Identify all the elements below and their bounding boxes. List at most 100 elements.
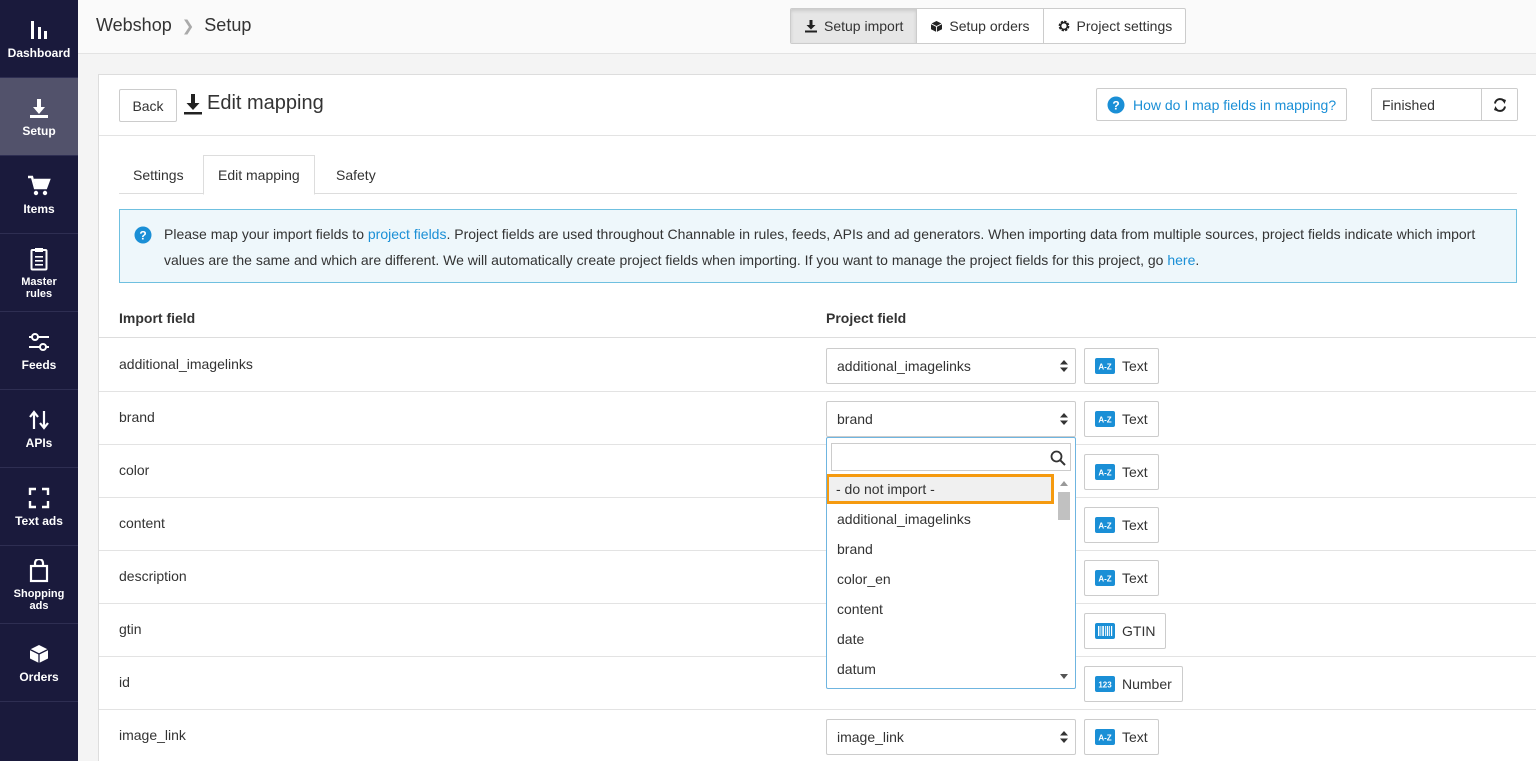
arrows-updown-icon <box>26 407 52 433</box>
table-row: description A-Z Text <box>99 551 1536 604</box>
panel-header: Back Edit mapping ? How do I map fields … <box>99 75 1536 136</box>
sidebar-item-shopping-ads[interactable]: Shopping ads <box>0 546 78 624</box>
az-icon: A-Z <box>1095 411 1115 427</box>
setup-import-label: Setup import <box>824 18 904 34</box>
sidebar-item-items[interactable]: Items <box>0 156 78 234</box>
back-button[interactable]: Back <box>119 89 177 122</box>
column-header-import-field: Import field <box>119 310 196 326</box>
setup-orders-button[interactable]: Setup orders <box>917 9 1044 43</box>
main-panel: Back Edit mapping ? How do I map fields … <box>98 74 1536 761</box>
table-row: brand brand A-Z Text <box>99 392 1536 445</box>
page-title-text: Edit mapping <box>207 92 324 114</box>
sidebar-item-feeds[interactable]: Feeds <box>0 312 78 390</box>
help-mapping-button[interactable]: ? How do I map fields in mapping? <box>1096 88 1348 121</box>
field-type-button[interactable]: A-Z Text <box>1084 719 1159 755</box>
dropdown-search-input[interactable] <box>831 443 1071 471</box>
field-type-button[interactable]: 123 Number <box>1084 666 1183 702</box>
field-type-button[interactable]: A-Z Text <box>1084 401 1159 437</box>
project-field-select[interactable]: brand <box>826 401 1076 437</box>
scrollbar-thumb[interactable] <box>1058 492 1070 520</box>
frame-icon <box>26 485 52 511</box>
breadcrumb-item-setup: Setup <box>204 15 252 35</box>
select-value: brand <box>837 411 873 427</box>
dropdown-option[interactable]: datum <box>827 654 1059 684</box>
info-text: . <box>1195 252 1200 268</box>
download-icon <box>184 93 202 114</box>
field-type-button[interactable]: A-Z Text <box>1084 454 1159 490</box>
svg-text:A-Z: A-Z <box>1098 469 1111 478</box>
dropdown-option[interactable]: brand <box>827 534 1059 564</box>
status-badge: Finished <box>1372 89 1482 120</box>
setup-import-button[interactable]: Setup import <box>791 9 918 43</box>
dropdown-scrollbar[interactable] <box>1057 474 1071 686</box>
dropdown-option[interactable]: additional_imagelinks <box>827 504 1059 534</box>
sidebar-item-apis[interactable]: APIs <box>0 390 78 468</box>
tab-bar: Settings Edit mapping Safety <box>119 155 1517 195</box>
triangle-up-icon <box>1060 481 1068 486</box>
project-field-select[interactable]: additional_imagelinks <box>826 348 1076 384</box>
table-row: id 123 Number <box>99 657 1536 710</box>
download-icon <box>26 95 52 121</box>
table-row: content A-Z Text <box>99 498 1536 551</box>
number-icon: 123 <box>1095 676 1115 692</box>
cart-icon <box>26 173 52 199</box>
info-text: Please map your import fields to <box>164 226 368 242</box>
import-field-name: image_link <box>119 727 186 743</box>
sort-arrows-icon <box>1060 413 1068 425</box>
setup-button-group: Setup import Setup orders Project settin… <box>790 8 1187 44</box>
sidebar-item-label: APIs <box>25 436 53 450</box>
tab-safety[interactable]: Safety <box>322 155 390 194</box>
dropdown-option[interactable]: date <box>827 624 1059 654</box>
sidebar-item-orders[interactable]: Orders <box>0 624 78 702</box>
svg-text:?: ? <box>1112 98 1119 112</box>
refresh-button[interactable] <box>1482 89 1517 120</box>
svg-text:A-Z: A-Z <box>1098 575 1111 584</box>
manage-fields-link[interactable]: here <box>1167 252 1195 268</box>
breadcrumb-item-webshop[interactable]: Webshop <box>96 15 172 36</box>
az-icon: A-Z <box>1095 729 1115 745</box>
dropdown-option[interactable]: content <box>827 594 1059 624</box>
project-fields-link[interactable]: project fields <box>368 226 447 242</box>
field-type-label: Text <box>1122 358 1148 374</box>
search-icon <box>1050 450 1066 466</box>
dropdown-option[interactable]: color_en <box>827 564 1059 594</box>
sidebar-item-setup[interactable]: Setup <box>0 78 78 156</box>
field-type-button[interactable]: GTIN <box>1084 613 1167 649</box>
refresh-icon <box>1493 97 1506 112</box>
help-mapping-label: How do I map fields in mapping? <box>1133 96 1337 113</box>
sidebar-item-master-rules[interactable]: Master rules <box>0 234 78 312</box>
tab-edit-mapping[interactable]: Edit mapping <box>203 155 315 195</box>
svg-text:A-Z: A-Z <box>1098 734 1111 743</box>
import-field-name: gtin <box>119 621 142 637</box>
triangle-down-icon <box>1060 674 1068 679</box>
box-icon <box>26 641 52 667</box>
field-type-button[interactable]: A-Z Text <box>1084 507 1159 543</box>
top-bar: Webshop ❯ Setup Setup import Setup order… <box>78 0 1536 54</box>
question-circle-icon: ? <box>134 226 152 244</box>
question-circle-icon: ? <box>1107 96 1125 113</box>
select-value: image_link <box>837 729 904 745</box>
import-field-name: additional_imagelinks <box>119 356 253 372</box>
clipboard-icon <box>26 246 52 272</box>
import-field-name: id <box>119 674 130 690</box>
svg-text:?: ? <box>139 229 146 243</box>
project-settings-button[interactable]: Project settings <box>1044 9 1186 43</box>
dropdown-options: - do not import - additional_imagelinks … <box>827 474 1059 688</box>
status-group: Finished <box>1371 88 1518 121</box>
field-type-button[interactable]: A-Z Text <box>1084 348 1159 384</box>
svg-text:A-Z: A-Z <box>1098 522 1111 531</box>
download-icon <box>805 20 817 33</box>
setup-orders-label: Setup orders <box>949 18 1030 34</box>
sidebar-item-text-ads[interactable]: Text ads <box>0 468 78 546</box>
project-field-select[interactable]: image_link <box>826 719 1076 755</box>
tab-settings[interactable]: Settings <box>119 155 198 194</box>
sidebar-item-label: Dashboard <box>7 46 71 60</box>
field-type-button[interactable]: A-Z Text <box>1084 560 1159 596</box>
dropdown-option-do-not-import[interactable]: - do not import - <box>827 474 1054 504</box>
sidebar-item-dashboard[interactable]: Dashboard <box>0 0 78 78</box>
az-icon: A-Z <box>1095 517 1115 533</box>
table-row: color A-Z Text <box>99 445 1536 498</box>
column-header-project-field: Project field <box>826 310 907 326</box>
table-header: Import field Project field <box>99 300 1536 338</box>
sort-arrows-icon <box>1060 731 1068 743</box>
